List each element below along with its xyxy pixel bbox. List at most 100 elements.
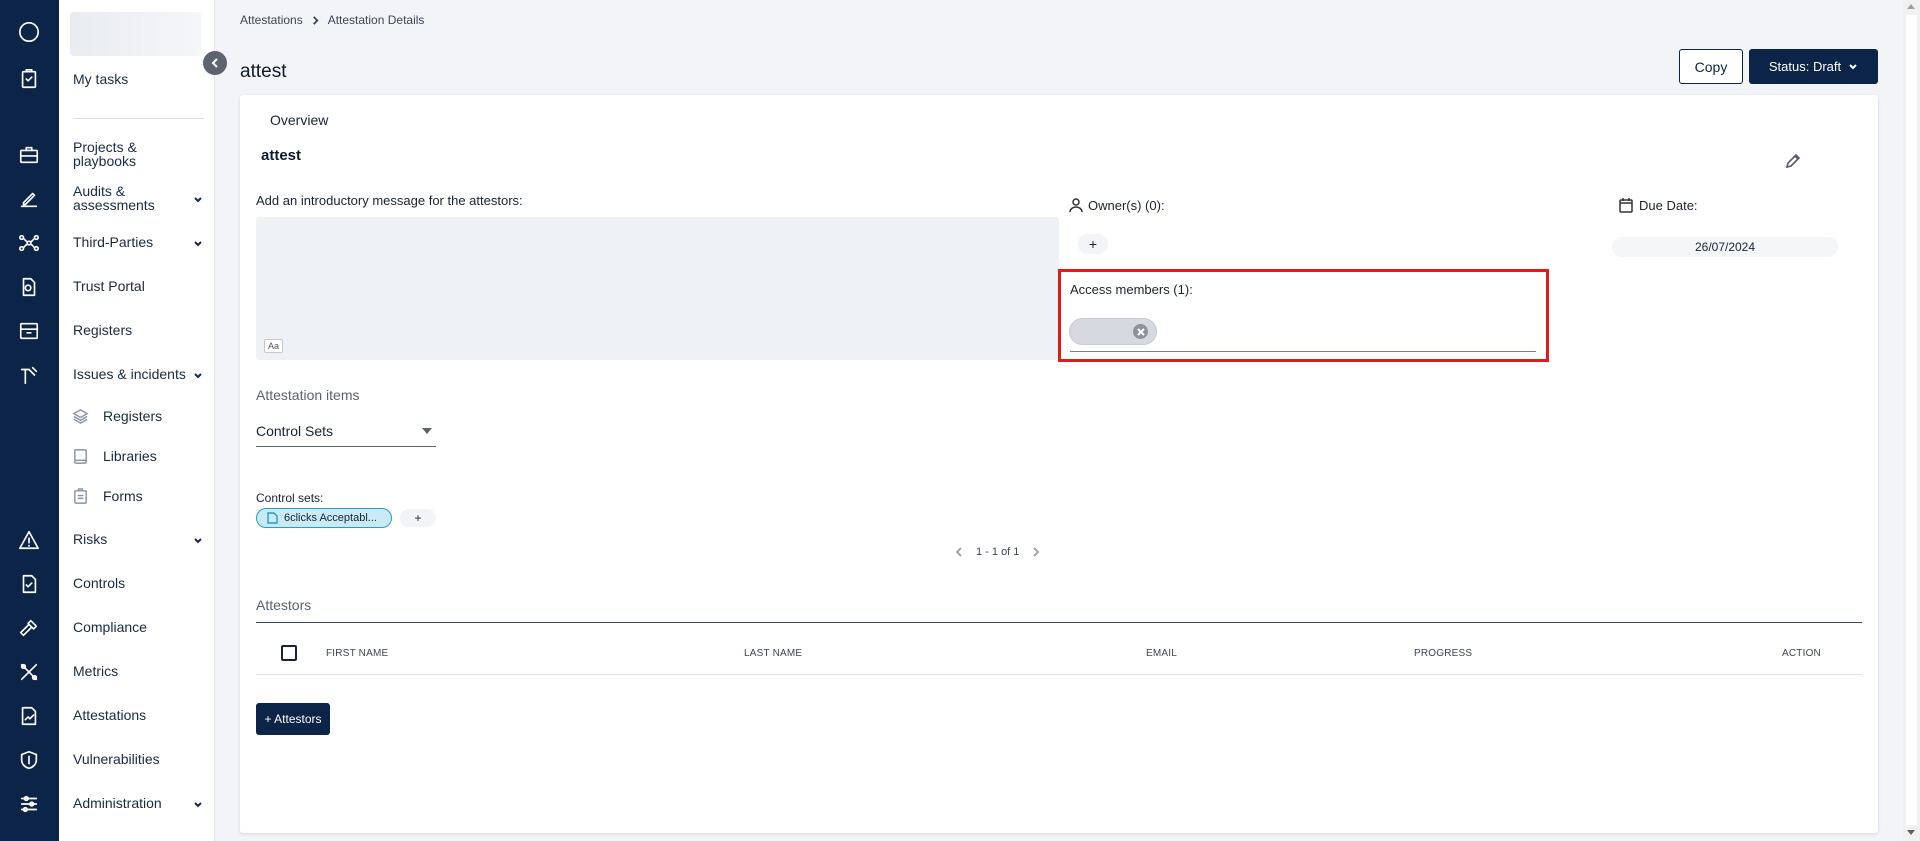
select-all-checkbox[interactable] [281,645,297,661]
sidebar-item-label: Controls [73,575,126,591]
copy-button[interactable]: Copy [1679,49,1743,84]
column-header-last-name[interactable]: LAST NAME [744,648,802,659]
chevron-left-icon[interactable] [954,547,964,557]
tab-overview[interactable]: Overview [270,112,328,128]
sliders-icon[interactable] [16,791,42,817]
incident-icon[interactable] [16,362,42,388]
sidebar-item-attestations[interactable]: Attestations [73,708,203,722]
chevron-right-icon[interactable] [1031,547,1041,557]
access-member-chip[interactable] [1069,318,1157,345]
scroll-up-arrow[interactable] [1907,4,1915,9]
sidebar-item-label: Administration [73,795,162,811]
chevron-down-icon [193,798,203,808]
status-label: Status: Draft [1768,59,1842,74]
logo-placeholder [70,12,201,56]
sidebar-item-label: Compliance [73,619,147,635]
pencil-icon[interactable] [1785,153,1803,171]
sidebar-subitem-label: Libraries [103,448,157,464]
register-box-icon[interactable] [16,318,42,344]
sidebar-item-label: Projects & playbooks [73,139,137,169]
text-format-button[interactable]: Aa [264,339,284,353]
sidebar-collapse-button[interactable] [203,51,227,75]
warning-icon[interactable] [16,527,42,553]
column-header-first-name[interactable]: FIRST NAME [326,648,388,659]
controls-doc-icon[interactable] [16,571,42,597]
layers-icon [71,407,89,425]
sidebar-item-audits[interactable]: Audits & assessments [73,184,203,212]
sidebar-item-issues[interactable]: Issues & incidents [73,367,203,381]
profile-circle-icon[interactable] [16,19,42,45]
sidebar-item-controls[interactable]: Controls [73,576,203,590]
sidebar-item-metrics[interactable]: Metrics [73,664,203,678]
scroll-thumb[interactable] [1906,15,1917,825]
column-header-email[interactable]: EMAIL [1146,648,1177,659]
column-header-action[interactable]: ACTION [1782,648,1821,659]
sidebar-subitem-forms[interactable]: Forms [71,487,143,505]
status-dropdown-button[interactable]: Status: Draft [1749,49,1878,84]
sidebar-item-label: Metrics [73,663,119,679]
sidebar-item-trust-portal[interactable]: Trust Portal [73,279,203,293]
icon-rail [0,0,59,841]
portal-icon[interactable] [16,274,42,300]
due-date-field[interactable]: 26/07/2024 [1612,237,1838,257]
sidebar-item-compliance[interactable]: Compliance [73,620,203,634]
sidebar-subitem-libraries[interactable]: Libraries [71,447,157,465]
add-attestors-button[interactable]: + Attestors [256,703,330,735]
owners-label-text: Owner(s) (0): [1088,197,1165,213]
shield-icon[interactable] [16,747,42,773]
chevron-down-icon [1849,63,1857,69]
sidebar-item-label: Issues & incidents [73,366,186,382]
sidebar-item-third-parties[interactable]: Third-Parties [73,235,203,249]
sidebar-item-my-tasks[interactable]: My tasks [73,72,203,86]
chevron-down-icon [193,534,203,544]
overview-card: Overview attest Add an introductory mess… [240,95,1878,833]
vertical-scrollbar[interactable] [1903,0,1920,841]
sidebar-item-label: My tasks [73,71,129,87]
book-icon [71,447,89,465]
sidebar-item-label: Vulnerabilities [73,751,160,767]
chevron-down-icon [193,237,203,247]
add-owner-button[interactable]: + [1078,234,1108,254]
owners-label: Owner(s) (0): [1068,197,1165,213]
chevron-down-icon [193,193,203,203]
user-icon [1069,198,1083,213]
chevron-right-icon [312,15,319,25]
tools-icon[interactable] [16,659,42,685]
network-icon[interactable] [16,230,42,256]
caret-down-icon [422,428,432,434]
compliance-hammer-icon[interactable] [16,615,42,641]
intro-message-editor[interactable]: Aa [256,217,1059,360]
breadcrumb-root-link[interactable]: Attestations [240,13,303,27]
page-title: attest [240,61,287,82]
edit-icon[interactable] [16,186,42,212]
attestors-divider [256,622,1862,623]
chevron-down-icon [193,369,203,379]
select-value: Control Sets [256,423,334,439]
access-members-input-underline[interactable] [1070,351,1536,352]
add-control-set-button[interactable]: + [400,509,436,527]
control-sets-label: Control sets: [256,491,324,505]
column-header-progress[interactable]: PROGRESS [1414,648,1472,659]
sidebar-item-risks[interactable]: Risks [73,532,203,546]
sidebar-item-label: Registers [73,322,133,338]
sidebar-item-label: Attestations [73,707,147,723]
sidebar-item-registers[interactable]: Registers [73,323,203,337]
remove-member-icon[interactable] [1133,324,1148,339]
sidebar: My tasks Projects & playbooks Audits & a… [59,0,215,841]
pagination-text: 1 - 1 of 1 [976,546,1020,558]
sidebar-subitem-registers[interactable]: Registers [71,407,162,425]
table-header-divider [256,674,1862,675]
due-date-label: Due Date: [1618,197,1698,213]
control-set-chip[interactable]: 6clicks Acceptabl... [256,508,392,528]
briefcase-icon[interactable] [16,142,42,168]
scroll-down-arrow[interactable] [1907,830,1915,835]
access-members-label: Access members (1): [1070,282,1193,297]
chart-doc-icon[interactable] [16,703,42,729]
breadcrumb-current: Attestation Details [327,13,425,27]
attestation-type-select[interactable]: Control Sets [256,423,436,447]
task-clipboard-icon[interactable] [16,66,42,92]
sidebar-subitem-label: Forms [103,488,143,504]
sidebar-item-vulnerabilities[interactable]: Vulnerabilities [73,752,203,766]
sidebar-item-projects[interactable]: Projects & playbooks [73,140,203,168]
sidebar-item-administration[interactable]: Administration [73,796,203,810]
